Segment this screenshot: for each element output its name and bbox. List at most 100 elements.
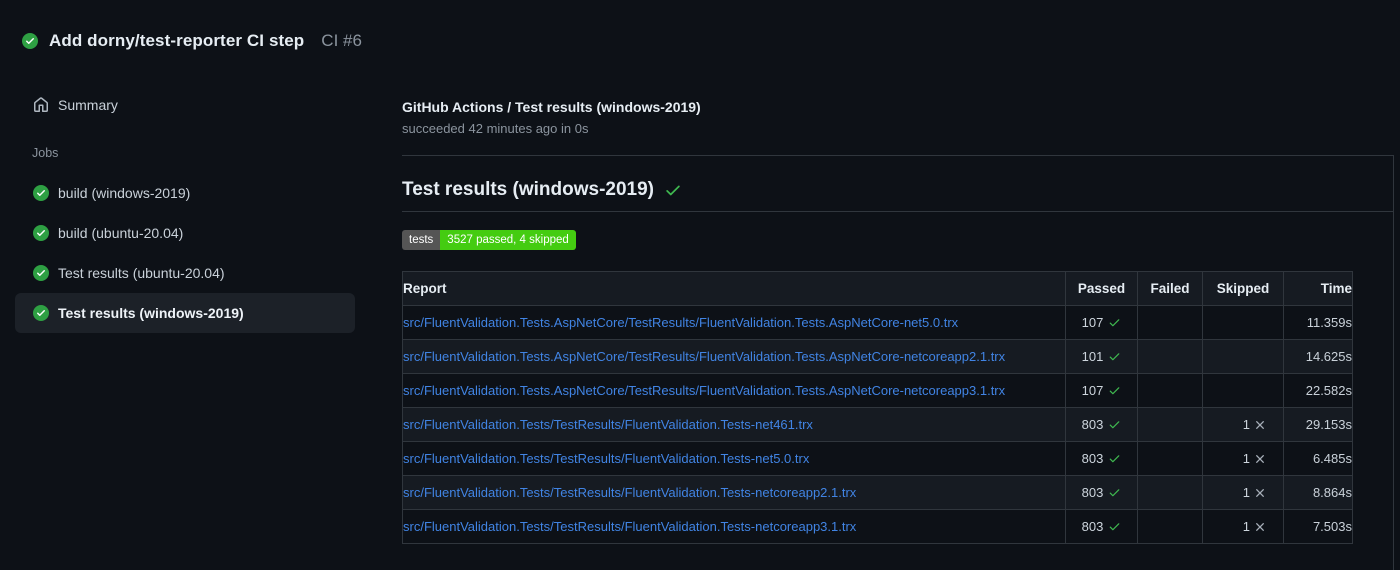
col-header-skipped: Skipped <box>1202 271 1284 306</box>
tests-badge: tests 3527 passed, 4 skipped <box>402 230 576 250</box>
table-row: src/FluentValidation.Tests/TestResults/F… <box>402 441 1353 476</box>
report-link[interactable]: src/FluentValidation.Tests/TestResults/F… <box>404 519 857 534</box>
passed-count: 107 <box>1081 383 1104 398</box>
table-row: src/FluentValidation.Tests.AspNetCore/Te… <box>402 305 1353 340</box>
section-heading-text: Test results (windows-2019) <box>402 179 654 200</box>
passed-cell: 803 <box>1065 475 1138 510</box>
skipped-count: 1 <box>1242 519 1250 534</box>
table-row: src/FluentValidation.Tests/TestResults/F… <box>402 407 1353 442</box>
skipped-cell <box>1202 305 1284 340</box>
time-cell: 14.625s <box>1283 339 1353 374</box>
passed-count: 803 <box>1081 485 1104 500</box>
skipped-cell: 1 <box>1202 509 1284 544</box>
col-header-time: Time <box>1283 271 1353 306</box>
time-cell: 7.503s <box>1283 509 1353 544</box>
report-cell: src/FluentValidation.Tests.AspNetCore/Te… <box>402 373 1066 408</box>
run-number: CI #6 <box>321 31 362 50</box>
passed-cell: 107 <box>1065 373 1138 408</box>
sidebar-job-label: Test results (windows-2019) <box>58 305 244 321</box>
report-link[interactable]: src/FluentValidation.Tests.AspNetCore/Te… <box>404 383 1006 398</box>
check-icon <box>1108 418 1121 431</box>
check-icon <box>664 181 682 199</box>
report-link[interactable]: src/FluentValidation.Tests/TestResults/F… <box>404 485 857 500</box>
check-icon <box>1108 384 1121 397</box>
passed-count: 803 <box>1081 417 1104 432</box>
passed-cell: 803 <box>1065 407 1138 442</box>
passed-count: 803 <box>1081 519 1104 534</box>
sidebar-job-label: build (ubuntu-20.04) <box>58 225 184 241</box>
report-link[interactable]: src/FluentValidation.Tests/TestResults/F… <box>404 451 810 466</box>
skipped-count: 1 <box>1242 451 1250 466</box>
check-icon <box>1108 316 1121 329</box>
col-header-passed: Passed <box>1065 271 1138 306</box>
check-circle-icon <box>33 185 49 201</box>
passed-cell: 803 <box>1065 509 1138 544</box>
content-right-border <box>1393 155 1394 570</box>
report-link[interactable]: src/FluentValidation.Tests.AspNetCore/Te… <box>404 349 1006 364</box>
skipped-cell: 1 <box>1202 441 1284 476</box>
report-cell: src/FluentValidation.Tests/TestResults/F… <box>402 475 1066 510</box>
check-icon <box>1108 452 1121 465</box>
results-table-body: src/FluentValidation.Tests.AspNetCore/Te… <box>402 305 1353 544</box>
check-icon <box>1108 486 1121 499</box>
passed-cell: 107 <box>1065 305 1138 340</box>
table-row: src/FluentValidation.Tests/TestResults/F… <box>402 475 1353 510</box>
sidebar-job-item[interactable]: build (windows-2019) <box>15 173 355 213</box>
skipped-cell: 1 <box>1202 475 1284 510</box>
check-icon <box>1108 350 1121 363</box>
failed-cell <box>1137 407 1203 442</box>
passed-count: 803 <box>1081 451 1104 466</box>
divider-top <box>402 155 1393 156</box>
failed-cell <box>1137 373 1203 408</box>
sidebar-item-summary[interactable]: Summary <box>15 85 355 125</box>
home-icon <box>33 97 49 113</box>
check-icon <box>1108 520 1121 533</box>
sidebar-job-item[interactable]: Test results (windows-2019) <box>15 293 355 333</box>
col-header-report: Report <box>402 271 1066 306</box>
skipped-cell <box>1202 339 1284 374</box>
check-circle-icon <box>22 33 38 49</box>
failed-cell <box>1137 475 1203 510</box>
section-heading: Test results (windows-2019) <box>402 179 682 201</box>
x-icon <box>1253 418 1267 432</box>
tests-badge-label: tests <box>402 230 441 250</box>
skipped-cell <box>1202 373 1284 408</box>
sidebar-job-label: build (windows-2019) <box>58 185 191 201</box>
run-header: Add dorny/test-reporter CI step CI #6 <box>22 31 362 51</box>
report-cell: src/FluentValidation.Tests.AspNetCore/Te… <box>402 339 1066 374</box>
failed-cell <box>1137 339 1203 374</box>
sidebar-job-label: Test results (ubuntu-20.04) <box>58 265 225 281</box>
sidebar-jobs-heading: Jobs <box>32 146 59 160</box>
table-row: src/FluentValidation.Tests/TestResults/F… <box>402 509 1353 544</box>
table-row: src/FluentValidation.Tests.AspNetCore/Te… <box>402 373 1353 408</box>
x-icon <box>1253 520 1267 534</box>
time-cell: 22.582s <box>1283 373 1353 408</box>
passed-count: 107 <box>1081 315 1104 330</box>
report-link[interactable]: src/FluentValidation.Tests/TestResults/F… <box>404 417 813 432</box>
failed-cell <box>1137 441 1203 476</box>
table-row: src/FluentValidation.Tests.AspNetCore/Te… <box>402 339 1353 374</box>
check-run-subtitle: succeeded 42 minutes ago in 0s <box>402 121 589 136</box>
x-icon <box>1253 486 1267 500</box>
sidebar-job-item[interactable]: build (ubuntu-20.04) <box>15 213 355 253</box>
skipped-cell: 1 <box>1202 407 1284 442</box>
check-circle-icon <box>33 265 49 281</box>
results-table: Report Passed Failed Skipped Time src/Fl… <box>402 271 1353 544</box>
time-cell: 6.485s <box>1283 441 1353 476</box>
passed-count: 101 <box>1081 349 1104 364</box>
col-header-failed: Failed <box>1137 271 1203 306</box>
report-link[interactable]: src/FluentValidation.Tests.AspNetCore/Te… <box>404 315 959 330</box>
report-cell: src/FluentValidation.Tests/TestResults/F… <box>402 407 1066 442</box>
time-cell: 29.153s <box>1283 407 1353 442</box>
failed-cell <box>1137 305 1203 340</box>
report-cell: src/FluentValidation.Tests/TestResults/F… <box>402 509 1066 544</box>
report-cell: src/FluentValidation.Tests.AspNetCore/Te… <box>402 305 1066 340</box>
tests-badge-value: 3527 passed, 4 skipped <box>440 230 576 250</box>
time-cell: 11.359s <box>1283 305 1353 340</box>
sidebar-job-item[interactable]: Test results (ubuntu-20.04) <box>15 253 355 293</box>
report-cell: src/FluentValidation.Tests/TestResults/F… <box>402 441 1066 476</box>
failed-cell <box>1137 509 1203 544</box>
divider-heading <box>402 211 1393 212</box>
results-table-header: Report Passed Failed Skipped Time <box>402 271 1353 306</box>
check-circle-icon <box>33 225 49 241</box>
